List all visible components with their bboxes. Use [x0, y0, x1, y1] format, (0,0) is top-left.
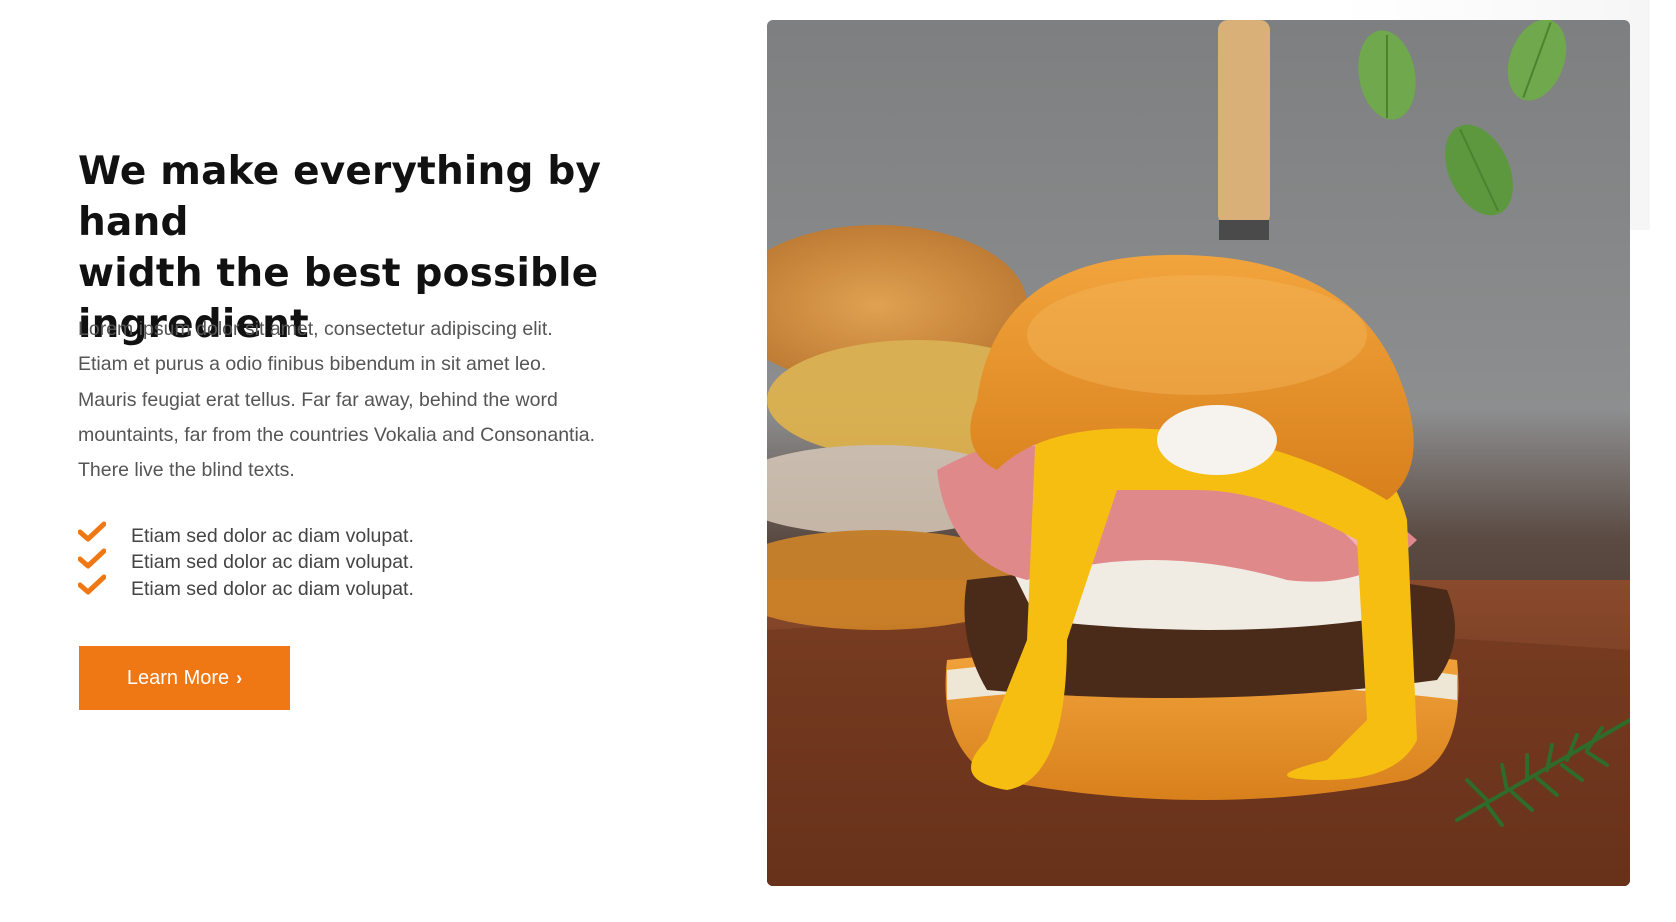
checklist-item-label: Etiam sed dolor ac diam volupat. [131, 551, 414, 574]
description-line: Mauris feugiat erat tellus. Far far away… [78, 388, 558, 411]
burger-photo [767, 20, 1630, 886]
description-line: Etiam et purus a odio finibus bibendum i… [78, 353, 547, 376]
burger-illustration [767, 20, 1630, 886]
feature-checklist: Etiam sed dolor ac diam volupat. Etiam s… [78, 521, 414, 603]
section-description: Lorem ipsum dolor sit amet, consectetur … [78, 312, 658, 488]
description-line: mountaints, far from the countries Vokal… [78, 423, 596, 446]
checklist-item: Etiam sed dolor ac diam volupat. [78, 548, 414, 577]
checklist-item-label: Etiam sed dolor ac diam volupat. [131, 577, 414, 600]
about-section: We make everything by hand width the bes… [0, 0, 1676, 922]
heading-line: We make everything by hand [78, 149, 602, 245]
check-icon [78, 521, 106, 542]
heading-line: width the best possible [78, 251, 599, 296]
checklist-item-label: Etiam sed dolor ac diam volupat. [131, 524, 414, 547]
check-icon [78, 548, 106, 568]
checklist-item: Etiam sed dolor ac diam volupat. [78, 574, 414, 603]
learn-more-label: Learn More [126, 666, 230, 689]
checklist-item: Etiam sed dolor ac diam volupat. [78, 521, 414, 550]
chevron-right-icon: › [236, 666, 243, 689]
description-line: Lorem ipsum dolor sit amet, consectetur … [78, 318, 553, 340]
check-icon [78, 574, 106, 595]
description-line: There live the blind texts. [78, 459, 295, 482]
learn-more-button[interactable]: Learn More › [79, 646, 290, 710]
